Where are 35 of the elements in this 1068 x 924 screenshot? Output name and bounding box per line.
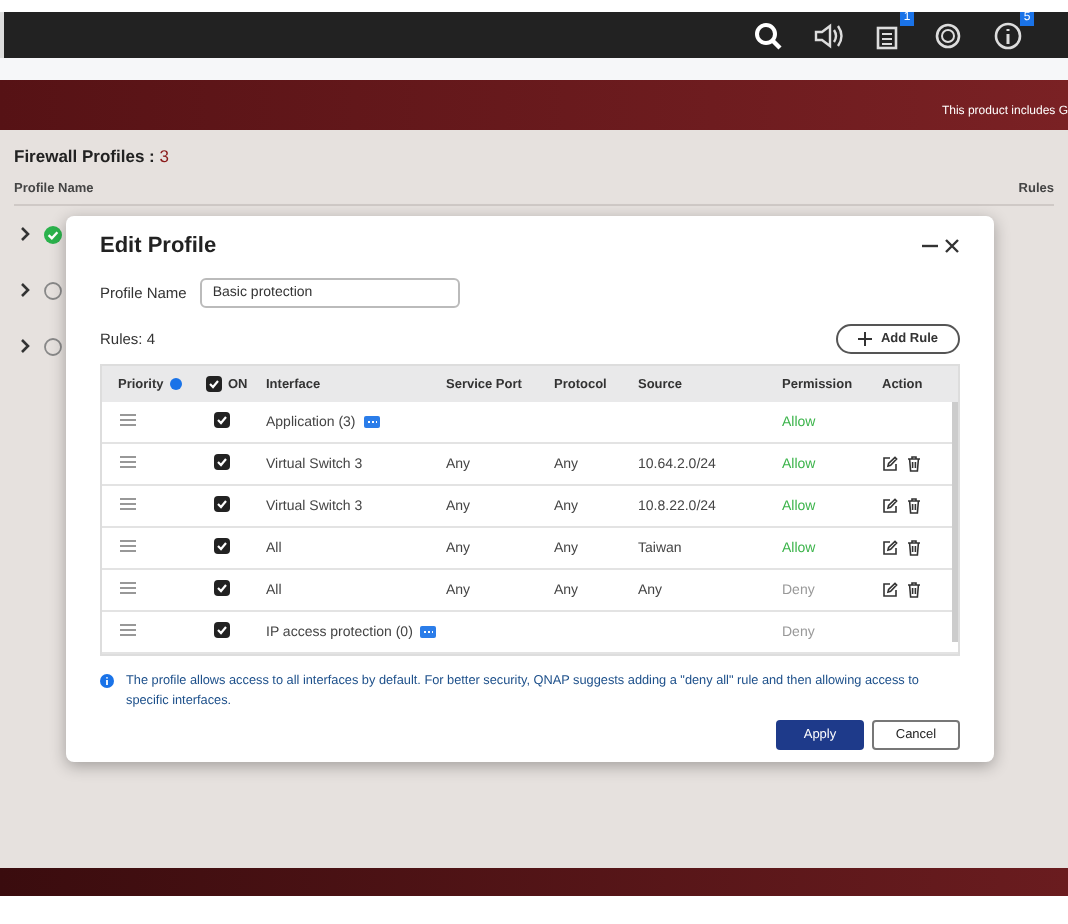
- chevron-icon[interactable]: [18, 338, 32, 354]
- checkbox[interactable]: [206, 376, 222, 392]
- trash-icon[interactable]: [906, 582, 922, 598]
- drag-handle-icon[interactable]: [120, 540, 136, 552]
- list-icon[interactable]: [363, 416, 380, 428]
- info-icon[interactable]: [992, 19, 1024, 51]
- edit-icon[interactable]: [882, 456, 898, 472]
- drag-handle-icon[interactable]: [120, 456, 136, 468]
- trash-icon[interactable]: [906, 456, 922, 472]
- edit-icon[interactable]: [882, 540, 898, 556]
- edit-icon[interactable]: [882, 498, 898, 514]
- edit-icon[interactable]: [882, 582, 898, 598]
- search-icon[interactable]: [752, 19, 784, 51]
- checkbox[interactable]: [214, 412, 230, 428]
- chevron-icon[interactable]: [18, 226, 32, 242]
- checkbox[interactable]: [214, 580, 230, 596]
- dialog-title: Edit Profile: [100, 234, 217, 258]
- trash-icon[interactable]: [906, 540, 922, 556]
- close-icon[interactable]: [944, 238, 960, 254]
- checkbox[interactable]: [214, 538, 230, 554]
- drag-handle-icon[interactable]: [120, 498, 136, 510]
- list-icon[interactable]: [420, 626, 437, 638]
- plus-icon: [858, 332, 873, 346]
- checkbox[interactable]: [214, 454, 230, 470]
- trash-icon[interactable]: [906, 498, 922, 514]
- drag-handle-icon[interactable]: [120, 414, 136, 426]
- volume-icon[interactable]: [812, 19, 844, 51]
- chevron-icon[interactable]: [18, 282, 32, 298]
- page-title: Firewall Profiles : 3: [14, 146, 171, 166]
- drag-handle-icon[interactable]: [120, 582, 136, 594]
- info-icon: [100, 674, 114, 688]
- sync-icon[interactable]: [932, 19, 964, 51]
- checkbox[interactable]: [214, 622, 230, 638]
- drag-handle-icon[interactable]: [120, 624, 136, 636]
- checkbox[interactable]: [214, 496, 230, 512]
